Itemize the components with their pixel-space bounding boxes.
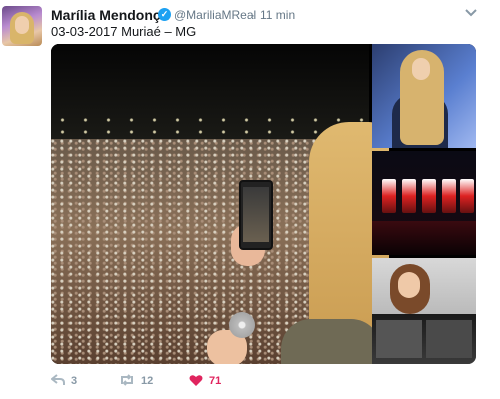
retweet-count: 12: [141, 375, 154, 387]
tweet-timestamp[interactable]: 11 min: [260, 8, 295, 22]
author-avatar[interactable]: [2, 6, 42, 46]
stage-screen: [402, 179, 416, 213]
thumb-photo-stage[interactable]: [372, 151, 476, 255]
media-grid: [51, 44, 476, 364]
singer-face: [412, 58, 430, 80]
handle-time-separator: ·: [251, 8, 255, 22]
retweet-icon: [119, 374, 135, 388]
main-photo[interactable]: [51, 44, 389, 364]
screen-panel: [372, 314, 476, 364]
phone: [239, 180, 273, 250]
avatar-face: [15, 16, 29, 34]
screen-right: [426, 320, 472, 358]
chevron-down-icon[interactable]: [464, 5, 478, 19]
screen-left: [376, 320, 422, 358]
stage-screen: [382, 179, 396, 213]
stage-floor: [372, 221, 476, 255]
reply-count: 3: [71, 375, 78, 387]
thumb-photo-singer[interactable]: [372, 44, 476, 148]
tweet-actions: 3 12 71: [50, 372, 471, 392]
reply-icon: [50, 374, 65, 388]
retweet-button[interactable]: 12: [119, 372, 153, 390]
tweet-card: Marília Mendonça ✓ @MariliaMReal · 11 mi…: [0, 0, 500, 399]
verified-badge-icon: ✓: [158, 8, 171, 21]
stage-screen: [460, 179, 474, 213]
author-handle[interactable]: @MariliaMReal: [174, 8, 256, 22]
reply-button[interactable]: 3: [50, 372, 78, 390]
like-button[interactable]: 71: [189, 372, 221, 390]
author-name[interactable]: Marília Mendonça: [51, 7, 168, 23]
singer-face: [398, 272, 420, 298]
phone-screen: [243, 187, 269, 242]
heart-icon: [189, 374, 203, 389]
like-count: 71: [209, 375, 222, 387]
stage-screen: [442, 179, 456, 213]
thumb-photo-closeup[interactable]: [372, 258, 476, 364]
tweet-text: 03-03-2017 Muriaé – MG: [51, 24, 197, 39]
stage-screen: [422, 179, 436, 213]
microphone: [229, 312, 255, 338]
singer-body: [281, 319, 381, 364]
